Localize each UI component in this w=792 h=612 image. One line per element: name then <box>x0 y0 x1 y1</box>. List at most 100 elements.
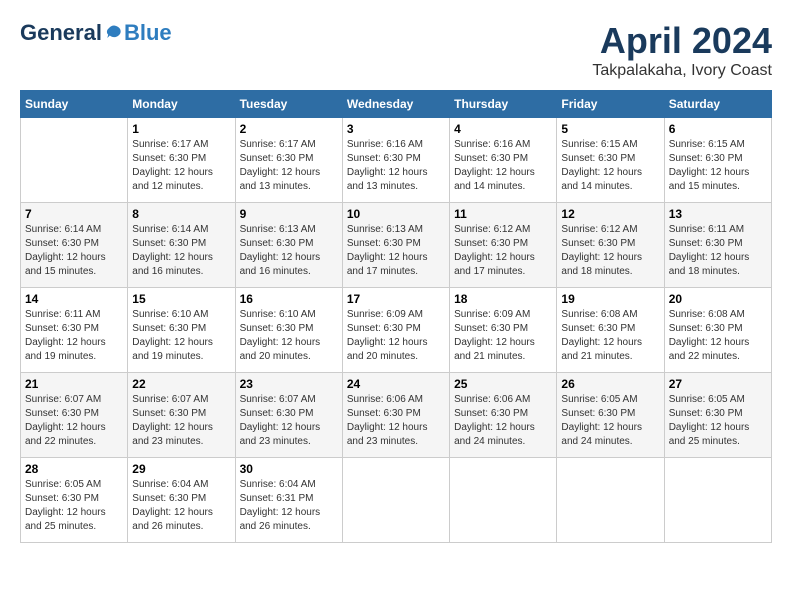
calendar-cell: 26 Sunrise: 6:05 AM Sunset: 6:30 PM Dayli… <box>557 373 664 458</box>
calendar-cell: 3Sunrise: 6:16 AM Sunset: 6:30 PM Daylig… <box>342 118 449 203</box>
weekday-header-saturday: Saturday <box>664 91 771 118</box>
logo: General Blue <box>20 20 172 46</box>
day-info: Sunrise: 6:12 AM Sunset: 6:30 PM Dayligh… <box>561 223 659 279</box>
month-title: April 2024 <box>592 20 772 62</box>
day-info: Sunrise: 6:10 AM Sunset: 6:30 PM Dayligh… <box>240 308 338 364</box>
day-number: 6 <box>669 122 767 136</box>
calendar-cell: 27 Sunrise: 6:05 AM Sunset: 6:30 PM Dayli… <box>664 373 771 458</box>
day-number: 28 <box>25 462 123 476</box>
day-number: 1 <box>132 122 230 136</box>
calendar-cell: 15 Sunrise: 6:10 AM Sunset: 6:30 PM Dayli… <box>128 288 235 373</box>
day-number: 9 <box>240 207 338 221</box>
page-header: General Blue April 2024 Takpalakaha, Ivo… <box>20 20 772 80</box>
day-number: 4 <box>454 122 552 136</box>
day-info: Sunrise: 6:15 AM Sunset: 6:30 PM Dayligh… <box>669 138 767 194</box>
calendar-cell <box>557 458 664 543</box>
calendar-table: SundayMondayTuesdayWednesdayThursdayFrid… <box>20 90 772 543</box>
day-info: Sunrise: 6:14 AM Sunset: 6:30 PM Dayligh… <box>132 223 230 279</box>
day-number: 22 <box>132 377 230 391</box>
calendar-cell: 19 Sunrise: 6:08 AM Sunset: 6:30 PM Dayli… <box>557 288 664 373</box>
day-number: 27 <box>669 377 767 391</box>
calendar-week-5: 28 Sunrise: 6:05 AM Sunset: 6:30 PM Dayli… <box>21 458 772 543</box>
logo-blue: Blue <box>124 20 172 46</box>
day-info: Sunrise: 6:17 AM Sunset: 6:30 PM Dayligh… <box>132 138 230 194</box>
day-number: 24 <box>347 377 445 391</box>
day-info: Sunrise: 6:07 AM Sunset: 6:30 PM Dayligh… <box>240 393 338 449</box>
day-number: 10 <box>347 207 445 221</box>
calendar-cell: 4 Sunrise: 6:16 AM Sunset: 6:30 PM Daylig… <box>450 118 557 203</box>
day-info: Sunrise: 6:08 AM Sunset: 6:30 PM Dayligh… <box>669 308 767 364</box>
weekday-header-wednesday: Wednesday <box>342 91 449 118</box>
day-info: Sunrise: 6:09 AM Sunset: 6:30 PM Dayligh… <box>454 308 552 364</box>
day-info: Sunrise: 6:14 AM Sunset: 6:30 PM Dayligh… <box>25 223 123 279</box>
calendar-week-4: 21 Sunrise: 6:07 AM Sunset: 6:30 PM Dayli… <box>21 373 772 458</box>
day-number: 30 <box>240 462 338 476</box>
calendar-cell: 7 Sunrise: 6:14 AM Sunset: 6:30 PM Daylig… <box>21 203 128 288</box>
logo-bird-icon <box>104 23 124 43</box>
calendar-cell: 11Sunrise: 6:12 AM Sunset: 6:30 PM Dayli… <box>450 203 557 288</box>
day-info: Sunrise: 6:05 AM Sunset: 6:30 PM Dayligh… <box>25 478 123 534</box>
day-number: 7 <box>25 207 123 221</box>
weekday-header-row: SundayMondayTuesdayWednesdayThursdayFrid… <box>21 91 772 118</box>
day-info: Sunrise: 6:17 AM Sunset: 6:30 PM Dayligh… <box>240 138 338 194</box>
day-number: 2 <box>240 122 338 136</box>
day-number: 29 <box>132 462 230 476</box>
calendar-cell: 25Sunrise: 6:06 AM Sunset: 6:30 PM Dayli… <box>450 373 557 458</box>
calendar-cell <box>450 458 557 543</box>
calendar-week-1: 1 Sunrise: 6:17 AM Sunset: 6:30 PM Daylig… <box>21 118 772 203</box>
calendar-cell: 1 Sunrise: 6:17 AM Sunset: 6:30 PM Daylig… <box>128 118 235 203</box>
day-info: Sunrise: 6:13 AM Sunset: 6:30 PM Dayligh… <box>240 223 338 279</box>
day-info: Sunrise: 6:13 AM Sunset: 6:30 PM Dayligh… <box>347 223 445 279</box>
calendar-cell <box>21 118 128 203</box>
calendar-cell: 28 Sunrise: 6:05 AM Sunset: 6:30 PM Dayli… <box>21 458 128 543</box>
day-info: Sunrise: 6:16 AM Sunset: 6:30 PM Dayligh… <box>454 138 552 194</box>
day-number: 8 <box>132 207 230 221</box>
logo-general: General <box>20 20 102 46</box>
day-number: 14 <box>25 292 123 306</box>
weekday-header-tuesday: Tuesday <box>235 91 342 118</box>
calendar-cell <box>664 458 771 543</box>
day-number: 19 <box>561 292 659 306</box>
day-info: Sunrise: 6:12 AM Sunset: 6:30 PM Dayligh… <box>454 223 552 279</box>
day-info: Sunrise: 6:07 AM Sunset: 6:30 PM Dayligh… <box>25 393 123 449</box>
calendar-cell: 6 Sunrise: 6:15 AM Sunset: 6:30 PM Daylig… <box>664 118 771 203</box>
weekday-header-sunday: Sunday <box>21 91 128 118</box>
day-number: 15 <box>132 292 230 306</box>
day-number: 20 <box>669 292 767 306</box>
day-number: 18 <box>454 292 552 306</box>
calendar-week-3: 14Sunrise: 6:11 AM Sunset: 6:30 PM Dayli… <box>21 288 772 373</box>
day-info: Sunrise: 6:11 AM Sunset: 6:30 PM Dayligh… <box>669 223 767 279</box>
weekday-header-thursday: Thursday <box>450 91 557 118</box>
day-info: Sunrise: 6:04 AM Sunset: 6:31 PM Dayligh… <box>240 478 338 534</box>
calendar-cell: 16 Sunrise: 6:10 AM Sunset: 6:30 PM Dayli… <box>235 288 342 373</box>
calendar-cell: 24Sunrise: 6:06 AM Sunset: 6:30 PM Dayli… <box>342 373 449 458</box>
day-number: 3 <box>347 122 445 136</box>
calendar-cell: 12 Sunrise: 6:12 AM Sunset: 6:30 PM Dayli… <box>557 203 664 288</box>
calendar-cell: 17Sunrise: 6:09 AM Sunset: 6:30 PM Dayli… <box>342 288 449 373</box>
calendar-cell: 13 Sunrise: 6:11 AM Sunset: 6:30 PM Dayli… <box>664 203 771 288</box>
day-info: Sunrise: 6:05 AM Sunset: 6:30 PM Dayligh… <box>561 393 659 449</box>
day-number: 12 <box>561 207 659 221</box>
day-number: 17 <box>347 292 445 306</box>
calendar-week-2: 7 Sunrise: 6:14 AM Sunset: 6:30 PM Daylig… <box>21 203 772 288</box>
day-info: Sunrise: 6:04 AM Sunset: 6:30 PM Dayligh… <box>132 478 230 534</box>
day-info: Sunrise: 6:15 AM Sunset: 6:30 PM Dayligh… <box>561 138 659 194</box>
day-number: 13 <box>669 207 767 221</box>
title-block: April 2024 Takpalakaha, Ivory Coast <box>592 20 772 80</box>
calendar-cell: 2 Sunrise: 6:17 AM Sunset: 6:30 PM Daylig… <box>235 118 342 203</box>
day-info: Sunrise: 6:08 AM Sunset: 6:30 PM Dayligh… <box>561 308 659 364</box>
calendar-cell: 10 Sunrise: 6:13 AM Sunset: 6:30 PM Dayli… <box>342 203 449 288</box>
calendar-cell: 5Sunrise: 6:15 AM Sunset: 6:30 PM Daylig… <box>557 118 664 203</box>
calendar-cell: 23Sunrise: 6:07 AM Sunset: 6:30 PM Dayli… <box>235 373 342 458</box>
day-number: 16 <box>240 292 338 306</box>
calendar-cell: 21 Sunrise: 6:07 AM Sunset: 6:30 PM Dayli… <box>21 373 128 458</box>
calendar-cell: 30 Sunrise: 6:04 AM Sunset: 6:31 PM Dayli… <box>235 458 342 543</box>
day-number: 25 <box>454 377 552 391</box>
calendar-cell: 29 Sunrise: 6:04 AM Sunset: 6:30 PM Dayli… <box>128 458 235 543</box>
day-number: 26 <box>561 377 659 391</box>
day-info: Sunrise: 6:10 AM Sunset: 6:30 PM Dayligh… <box>132 308 230 364</box>
day-number: 21 <box>25 377 123 391</box>
day-info: Sunrise: 6:05 AM Sunset: 6:30 PM Dayligh… <box>669 393 767 449</box>
weekday-header-friday: Friday <box>557 91 664 118</box>
weekday-header-monday: Monday <box>128 91 235 118</box>
